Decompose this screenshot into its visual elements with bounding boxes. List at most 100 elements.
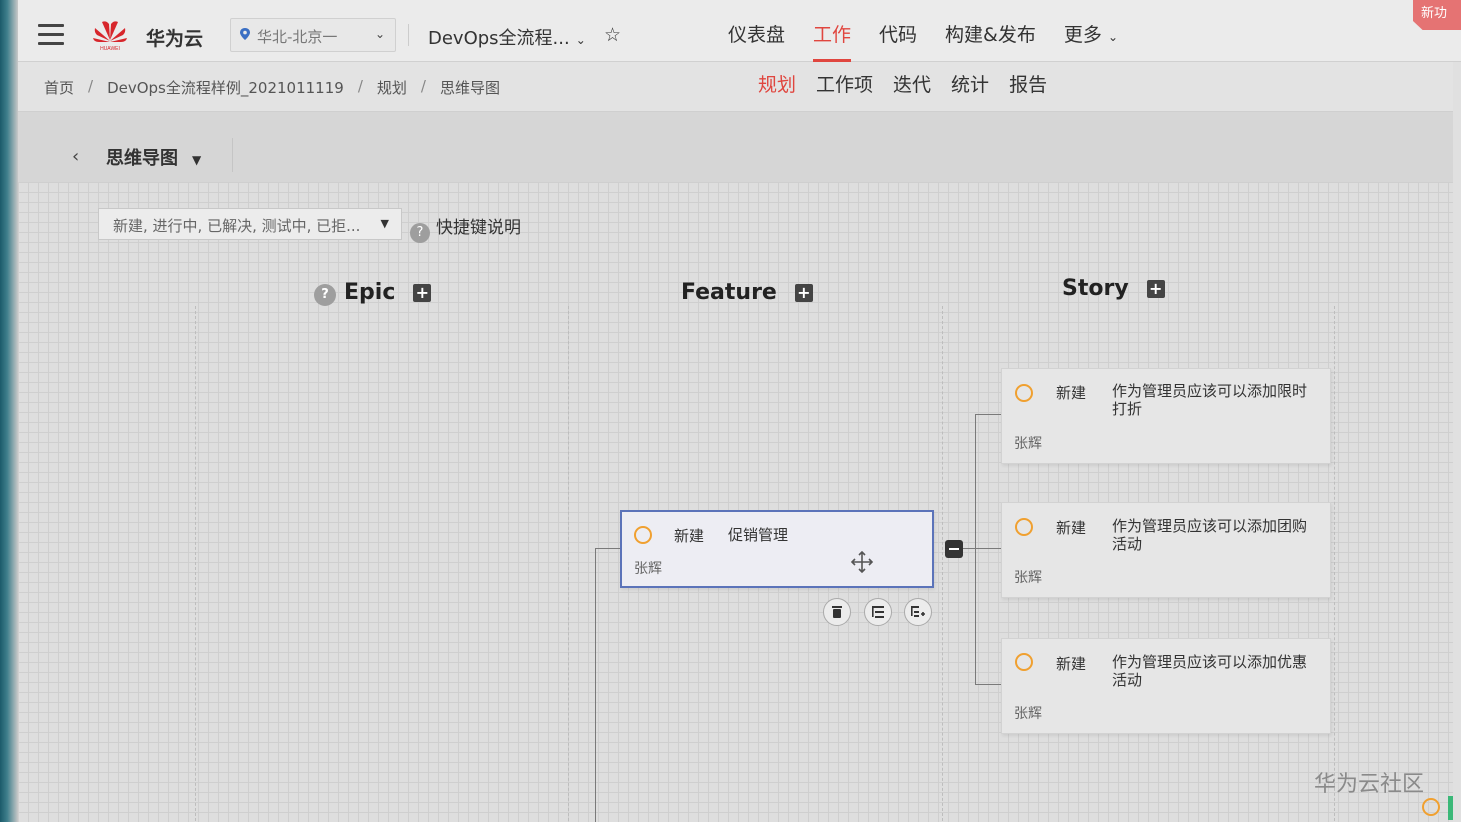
nav-dashboard[interactable]: 仪表盘 (728, 20, 785, 62)
delete-button[interactable] (823, 598, 851, 626)
breadcrumb-separator: / (357, 77, 363, 95)
back-chevron-icon[interactable]: ‹ (72, 146, 79, 167)
shortcut-help-link[interactable]: ? 快捷键说明 (410, 213, 521, 243)
tab-work-items[interactable]: 工作项 (816, 70, 873, 97)
region-label: 华北-北京一 (257, 28, 338, 46)
connector-line (975, 548, 1001, 549)
add-epic-button[interactable]: + (413, 284, 432, 302)
divider (232, 138, 233, 172)
breadcrumb-separator: / (420, 77, 426, 95)
add-feature-button[interactable]: + (794, 284, 813, 302)
app-window: HUAWEI 华为云 华北-北京一 ⌄ DevOps全流程... ⌄ ☆ 仪表盘 … (18, 0, 1461, 822)
column-divider (195, 306, 196, 822)
story-status: 新建 (1056, 384, 1087, 402)
add-sibling-button[interactable] (864, 598, 892, 626)
feature-title[interactable]: 促销管理 (728, 526, 788, 544)
status-new-icon (1015, 653, 1033, 671)
story-owner[interactable]: 张辉 (1014, 567, 1042, 587)
column-header-story: Story + (1062, 276, 1165, 301)
story-status: 新建 (1056, 519, 1087, 537)
connector-line (962, 548, 975, 549)
menu-icon[interactable] (38, 24, 64, 45)
story-title[interactable]: 作为管理员应该可以添加限时打折 (1112, 382, 1312, 418)
breadcrumb-plan[interactable]: 规划 (377, 77, 407, 98)
status-filter-value: 新建, 进行中, 已解决, 测试中, 已拒... (113, 217, 361, 235)
shortcut-help-label: 快捷键说明 (436, 218, 521, 238)
story-card[interactable]: 新建 作为管理员应该可以添加限时打折 张辉 (1001, 368, 1331, 464)
column-divider (942, 306, 943, 822)
region-select[interactable]: 华北-北京一 ⌄ (230, 18, 396, 52)
connector-line (595, 548, 596, 822)
nav-more-label: 更多 (1063, 24, 1102, 46)
story-owner[interactable]: 张辉 (1014, 703, 1042, 723)
scrollbar[interactable] (1453, 62, 1461, 822)
chevron-down-icon: ⌄ (1107, 30, 1118, 44)
project-label: DevOps全流程... (428, 28, 570, 49)
feature-status: 新建 (674, 527, 705, 545)
list-icon (872, 606, 884, 618)
tab-reports[interactable]: 报告 (1009, 70, 1047, 97)
feature-card[interactable]: 新建 促销管理 张辉 (620, 510, 934, 588)
trash-icon (832, 606, 842, 618)
breadcrumb-bar: 首页 / DevOps全流程样例_2021011119 / 规划 / 思维导图 … (18, 62, 1461, 112)
nav-code[interactable]: 代码 (879, 20, 917, 62)
brand-name[interactable]: 华为云 (146, 24, 203, 51)
chevron-down-icon: ⌄ (374, 27, 385, 41)
tab-iterations[interactable]: 迭代 (893, 70, 931, 97)
status-filter-select[interactable]: 新建, 进行中, 已解决, 测试中, 已拒... ▼ (98, 208, 402, 240)
story-title[interactable]: 作为管理员应该可以添加优惠活动 (1112, 653, 1312, 689)
column-title-story: Story (1062, 276, 1129, 301)
new-feature-badge[interactable]: 新功 (1413, 0, 1461, 30)
connector-line (975, 414, 1001, 415)
nav-more[interactable]: 更多 ⌄ (1064, 20, 1118, 62)
nav-work[interactable]: 工作 (813, 20, 852, 62)
column-header-epic: ? Epic + (314, 280, 432, 306)
mindmap-canvas[interactable]: 新建, 进行中, 已解决, 测试中, 已拒... ▼ ? 快捷键说明 ? Epic +… (18, 182, 1461, 822)
status-new-icon (1015, 384, 1033, 402)
breadcrumb: 首页 / DevOps全流程样例_2021011119 / 规划 / 思维导图 (44, 77, 500, 98)
collapse-toggle-button[interactable] (945, 540, 963, 558)
help-icon: ? (410, 223, 430, 243)
column-divider (568, 306, 569, 822)
divider (408, 24, 409, 46)
breadcrumb-home[interactable]: 首页 (44, 77, 74, 98)
breadcrumb-separator: / (88, 77, 94, 95)
add-child-icon (911, 606, 925, 617)
top-navbar: HUAWEI 华为云 华北-北京一 ⌄ DevOps全流程... ⌄ ☆ 仪表盘 … (18, 0, 1461, 62)
status-ring-icon (1422, 798, 1440, 816)
tab-plan[interactable]: 规划 (758, 70, 796, 97)
connector-line (595, 548, 621, 549)
window-edge (0, 0, 18, 822)
main-nav: 仪表盘 工作 代码 构建&发布 更多 ⌄ (728, 20, 1146, 62)
watermark: 华为云社区 (1314, 772, 1425, 797)
column-header-feature: Feature + (681, 280, 813, 305)
feature-owner[interactable]: 张辉 (634, 558, 662, 578)
logo-caption: HUAWEI (100, 46, 120, 52)
status-new-icon (634, 526, 652, 544)
view-switcher[interactable]: 思维导图 ▼ (106, 144, 201, 170)
project-select[interactable]: DevOps全流程... ⌄ (428, 24, 586, 50)
tab-statistics[interactable]: 统计 (951, 70, 989, 97)
star-icon[interactable]: ☆ (604, 24, 621, 46)
status-new-icon (1015, 518, 1033, 536)
story-card[interactable]: 新建 作为管理员应该可以添加优惠活动 张辉 (1001, 638, 1331, 734)
column-title-epic: Epic (344, 280, 396, 305)
view-title: 思维导图 (106, 148, 178, 169)
story-card[interactable]: 新建 作为管理员应该可以添加团购活动 张辉 (1001, 502, 1331, 598)
connector-line (975, 684, 1001, 685)
column-divider (1334, 306, 1335, 822)
chevron-down-icon: ⌄ (575, 33, 586, 47)
add-child-button[interactable] (904, 598, 932, 626)
help-icon[interactable]: ? (314, 284, 336, 306)
add-story-button[interactable]: + (1146, 280, 1165, 298)
move-icon[interactable] (850, 550, 874, 574)
story-owner[interactable]: 张辉 (1014, 433, 1042, 453)
connector-line (975, 414, 976, 684)
sub-nav: 规划 工作项 迭代 统计 报告 (758, 70, 1067, 97)
huawei-logo[interactable]: HUAWEI (90, 16, 130, 52)
location-pin-icon (240, 28, 250, 40)
view-header: ‹ 思维导图 ▼ (18, 112, 1461, 182)
breadcrumb-project[interactable]: DevOps全流程样例_2021011119 (107, 77, 344, 98)
nav-build-release[interactable]: 构建&发布 (945, 20, 1036, 62)
story-title[interactable]: 作为管理员应该可以添加团购活动 (1112, 517, 1312, 553)
